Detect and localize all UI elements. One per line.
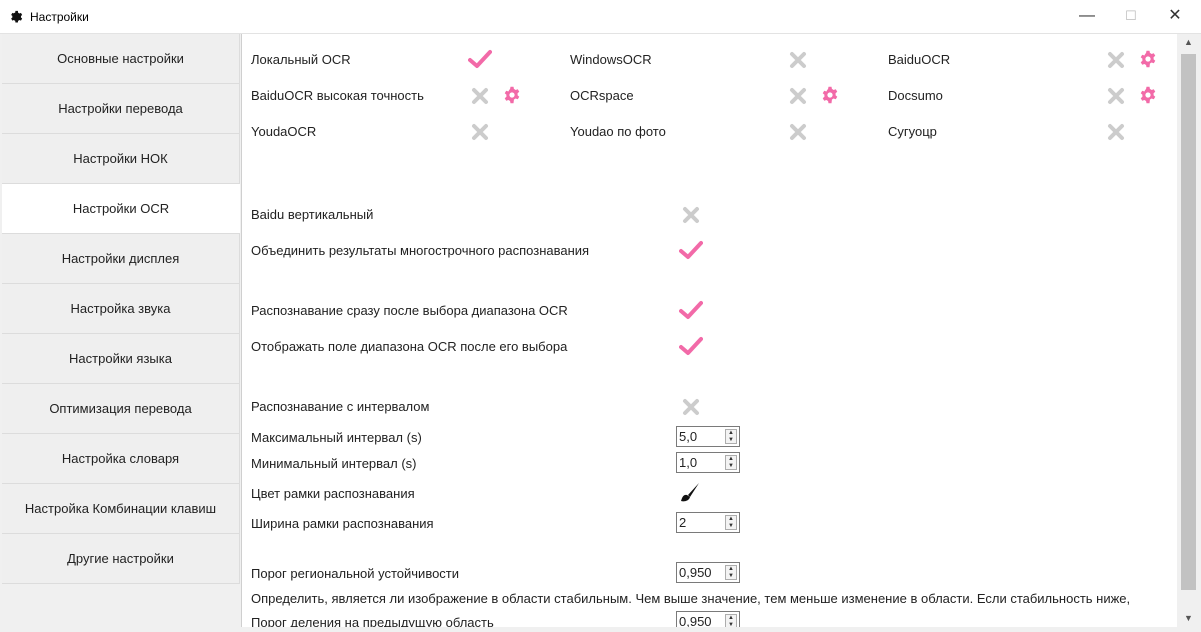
gear-icon[interactable] [503,86,521,104]
cross-icon[interactable] [682,206,700,224]
sidebar-item-hotkeys[interactable]: Настройка Комбинации клавиш [2,484,240,534]
spin-down-icon[interactable]: ▼ [726,523,736,530]
sidebar-item-display[interactable]: Настройки дисплея [2,234,240,284]
spin-buttons[interactable]: ▲ ▼ [725,614,737,628]
gear-icon[interactable] [1139,86,1157,104]
title-bar: Настройки — ☐ ✕ [0,0,1201,34]
cross-icon[interactable] [471,123,489,141]
baidu-vertical-label: Baidu вертикальный [251,207,374,222]
split-threshold-value: 0,950 [679,614,712,628]
window-title: Настройки [30,10,89,24]
cross-icon[interactable] [789,87,807,105]
minimize-button[interactable]: — [1064,0,1110,34]
max-interval-spinbox[interactable]: 5,0 ▲ ▼ [676,426,740,447]
engine-label-local-ocr: Локальный OCR [251,52,351,67]
settings-sidebar: Основные настройки Настройки перевода На… [2,34,240,584]
cross-icon[interactable] [471,87,489,105]
check-icon[interactable] [679,240,703,262]
show-range-box-label: Отображать поле диапазона OCR после его … [251,339,568,354]
sidebar-item-hok[interactable]: Настройки НОК [2,134,240,184]
frame-width-spinbox[interactable]: 2 ▲ ▼ [676,512,740,533]
brush-icon[interactable] [679,482,701,504]
panel-bottom-edge [241,627,1177,632]
scroll-up-icon[interactable]: ▲ [1180,34,1197,51]
spin-buttons[interactable]: ▲ ▼ [725,565,737,580]
max-interval-value: 5,0 [679,429,698,444]
cross-icon[interactable] [1107,51,1125,69]
engine-label-docsumo: Docsumo [888,88,943,103]
frame-color-label: Цвет рамки распознавания [251,486,415,501]
spin-up-icon[interactable]: ▲ [726,566,736,573]
check-icon[interactable] [679,300,703,322]
engine-label-youda-ocr: YoudaOCR [251,124,317,139]
min-interval-label: Минимальный интервал (s) [251,456,417,471]
ocr-settings-panel: Локальный OCR WindowsOCR BaiduOCR BaiduO… [241,34,1177,628]
stability-description: Определить, является ли изображение в об… [251,591,1131,606]
sidebar-item-dictionary[interactable]: Настройка словаря [2,434,240,484]
cross-icon[interactable] [682,398,700,416]
sidebar-item-language[interactable]: Настройки языка [2,334,240,384]
engine-label-sugou-ocr: Сугуоцр [888,124,937,139]
scrollbar-thumb[interactable] [1181,54,1196,590]
gear-icon[interactable] [1139,50,1157,68]
sidebar-item-other[interactable]: Другие настройки [2,534,240,584]
spin-up-icon[interactable]: ▲ [726,516,736,523]
sidebar-item-ocr[interactable]: Настройки OCR [2,184,240,234]
stability-threshold-value: 0,950 [679,565,712,580]
sidebar-item-sound[interactable]: Настройка звука [2,284,240,334]
interval-recognition-label: Распознавание с интервалом [251,399,430,414]
cross-icon[interactable] [789,51,807,69]
spin-up-icon[interactable]: ▲ [726,615,736,622]
min-interval-value: 1,0 [679,455,698,470]
spin-down-icon[interactable]: ▼ [726,573,736,580]
spin-buttons[interactable]: ▲ ▼ [725,429,737,444]
spin-up-icon[interactable]: ▲ [726,430,736,437]
split-threshold-spinbox[interactable]: 0,950 ▲ ▼ [676,611,740,628]
scroll-down-icon[interactable]: ▼ [1180,610,1197,627]
gear-icon [11,10,23,23]
engine-label-baidu-ocr: BaiduOCR [888,52,951,67]
sidebar-item-translation[interactable]: Настройки перевода [2,84,240,134]
max-interval-label: Максимальный интервал (s) [251,430,422,445]
sidebar-item-basic[interactable]: Основные настройки [2,34,240,84]
spin-down-icon[interactable]: ▼ [726,463,736,470]
frame-width-value: 2 [679,515,687,530]
close-button[interactable]: ✕ [1152,0,1198,34]
recognize-after-select-label: Распознавание сразу после выбора диапазо… [251,303,568,318]
min-interval-spinbox[interactable]: 1,0 ▲ ▼ [676,452,740,473]
check-icon[interactable] [679,336,703,358]
spin-down-icon[interactable]: ▼ [726,437,736,444]
frame-width-label: Ширина рамки распознавания [251,516,434,531]
spin-buttons[interactable]: ▲ ▼ [725,515,737,530]
cross-icon[interactable] [1107,123,1125,141]
check-icon[interactable] [468,49,492,71]
engine-label-ocrspace: OCRspace [570,88,634,103]
engine-label-windows-ocr: WindowsOCR [570,52,652,67]
vertical-scrollbar[interactable]: ▲ ▼ [1180,34,1197,628]
cross-icon[interactable] [1107,87,1125,105]
spin-up-icon[interactable]: ▲ [726,456,736,463]
sidebar-item-optimization[interactable]: Оптимизация перевода [2,384,240,434]
stability-threshold-label: Порог региональной устойчивости [251,566,460,581]
maximize-button[interactable]: ☐ [1108,0,1154,34]
cross-icon[interactable] [789,123,807,141]
merge-multiline-label: Объединить результаты многострочного рас… [251,243,590,258]
gear-icon[interactable] [821,86,839,104]
engine-label-baidu-ocr-accurate: BaiduOCR высокая точность [251,88,424,103]
stability-threshold-spinbox[interactable]: 0,950 ▲ ▼ [676,562,740,583]
spin-buttons[interactable]: ▲ ▼ [725,455,737,470]
engine-label-youdao-photo: Youdao по фото [570,124,666,139]
